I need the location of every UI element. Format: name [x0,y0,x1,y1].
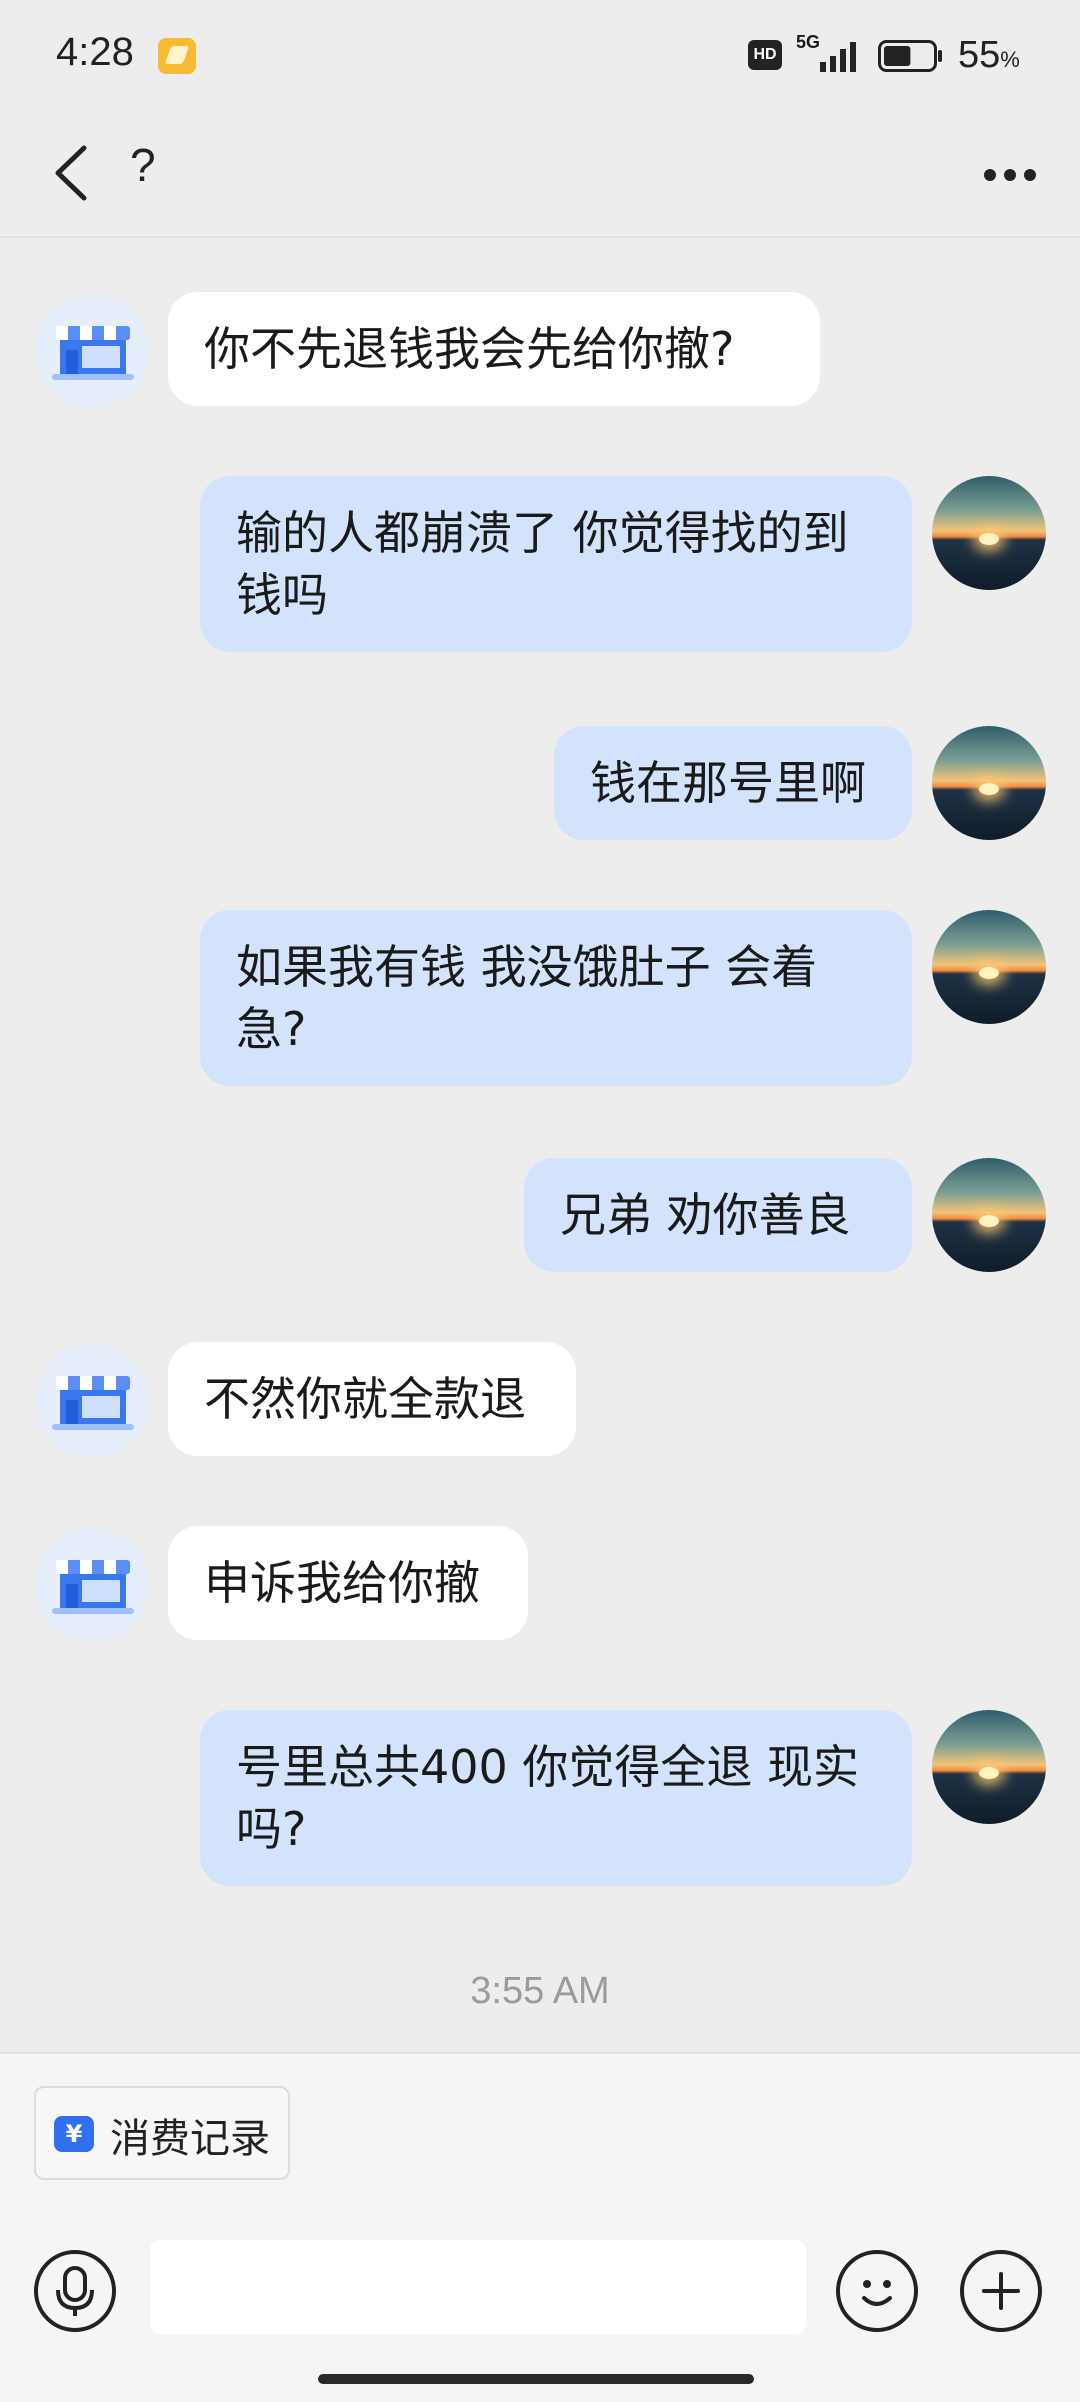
store-icon [52,1560,134,1614]
sunset-icon [979,1767,999,1779]
sunset-icon [979,783,999,795]
chat-header: ? [0,110,1080,238]
message-text: 如果我有钱 我没饿肚子 会着急? [236,940,818,1056]
message-bubble[interactable]: 申诉我给你撤 [168,1526,528,1640]
user-avatar[interactable] [932,910,1046,1024]
message-bubble[interactable]: 输的人都崩溃了 你觉得找的到钱吗 [200,476,912,652]
message-bubble[interactable]: 如果我有钱 我没饿肚子 会着急? [200,910,912,1086]
chat-title: ? [130,139,156,191]
user-avatar[interactable] [932,1710,1046,1824]
user-avatar[interactable] [932,726,1046,840]
message-timestamp: 3:55 AM [470,1970,610,2012]
purchase-records-button[interactable]: ¥ 消费记录 [34,2086,290,2180]
back-button[interactable] [44,138,104,208]
sunset-icon [979,967,999,979]
message-text: 输的人都崩溃了 你觉得找的到钱吗 [236,506,849,622]
more-options-button[interactable] [980,150,1040,200]
shop-avatar[interactable] [36,1528,150,1642]
notification-icon [158,38,196,74]
more-actions-button[interactable] [960,2250,1042,2332]
message-text: 钱在那号里啊 [590,756,866,810]
store-icon [52,1376,134,1430]
yuan-ticket-icon: ¥ [54,2116,94,2152]
message-text: 不然你就全款退 [204,1372,526,1426]
message-bubble[interactable]: 兄弟 劝你善良 [524,1158,912,1272]
purchase-records-label: 消费记录 [110,2116,270,2162]
message-text: 号里总共400 你觉得全退 现实吗? [236,1740,860,1856]
message-bubble[interactable]: 钱在那号里啊 [554,726,912,840]
message-bubble[interactable]: 你不先退钱我会先给你撤? [168,292,820,406]
status-bar: 4:28 HD 5G 55% [0,0,1080,110]
status-time: 4:28 [56,30,134,74]
hd-badge: HD [748,40,782,70]
battery-icon [878,40,942,72]
message-bubble[interactable]: 号里总共400 你觉得全退 现实吗? [200,1710,912,1886]
shop-avatar[interactable] [36,294,150,408]
shop-avatar[interactable] [36,1344,150,1458]
store-icon [52,326,134,380]
message-text: 你不先退钱我会先给你撤? [204,322,735,376]
signal-icon [820,42,856,72]
home-indicator[interactable] [318,2374,754,2384]
microphone-icon [56,2266,94,2316]
user-avatar[interactable] [932,1158,1046,1272]
message-text: 申诉我给你撤 [204,1556,480,1610]
emoji-button[interactable] [836,2250,918,2332]
emoji-icon [862,2280,892,2306]
sunset-icon [979,1215,999,1227]
message-bubble[interactable]: 不然你就全款退 [168,1342,576,1456]
composer-panel: ¥ 消费记录 [0,2052,1080,2402]
voice-input-button[interactable] [34,2250,116,2332]
message-text: 兄弟 劝你善良 [560,1188,851,1242]
message-input[interactable] [150,2240,806,2334]
sunset-icon [979,533,999,545]
input-row [0,2230,1080,2360]
user-avatar[interactable] [932,476,1046,590]
plus-icon [982,2272,1020,2310]
battery-percentage: 55% [958,34,1020,76]
